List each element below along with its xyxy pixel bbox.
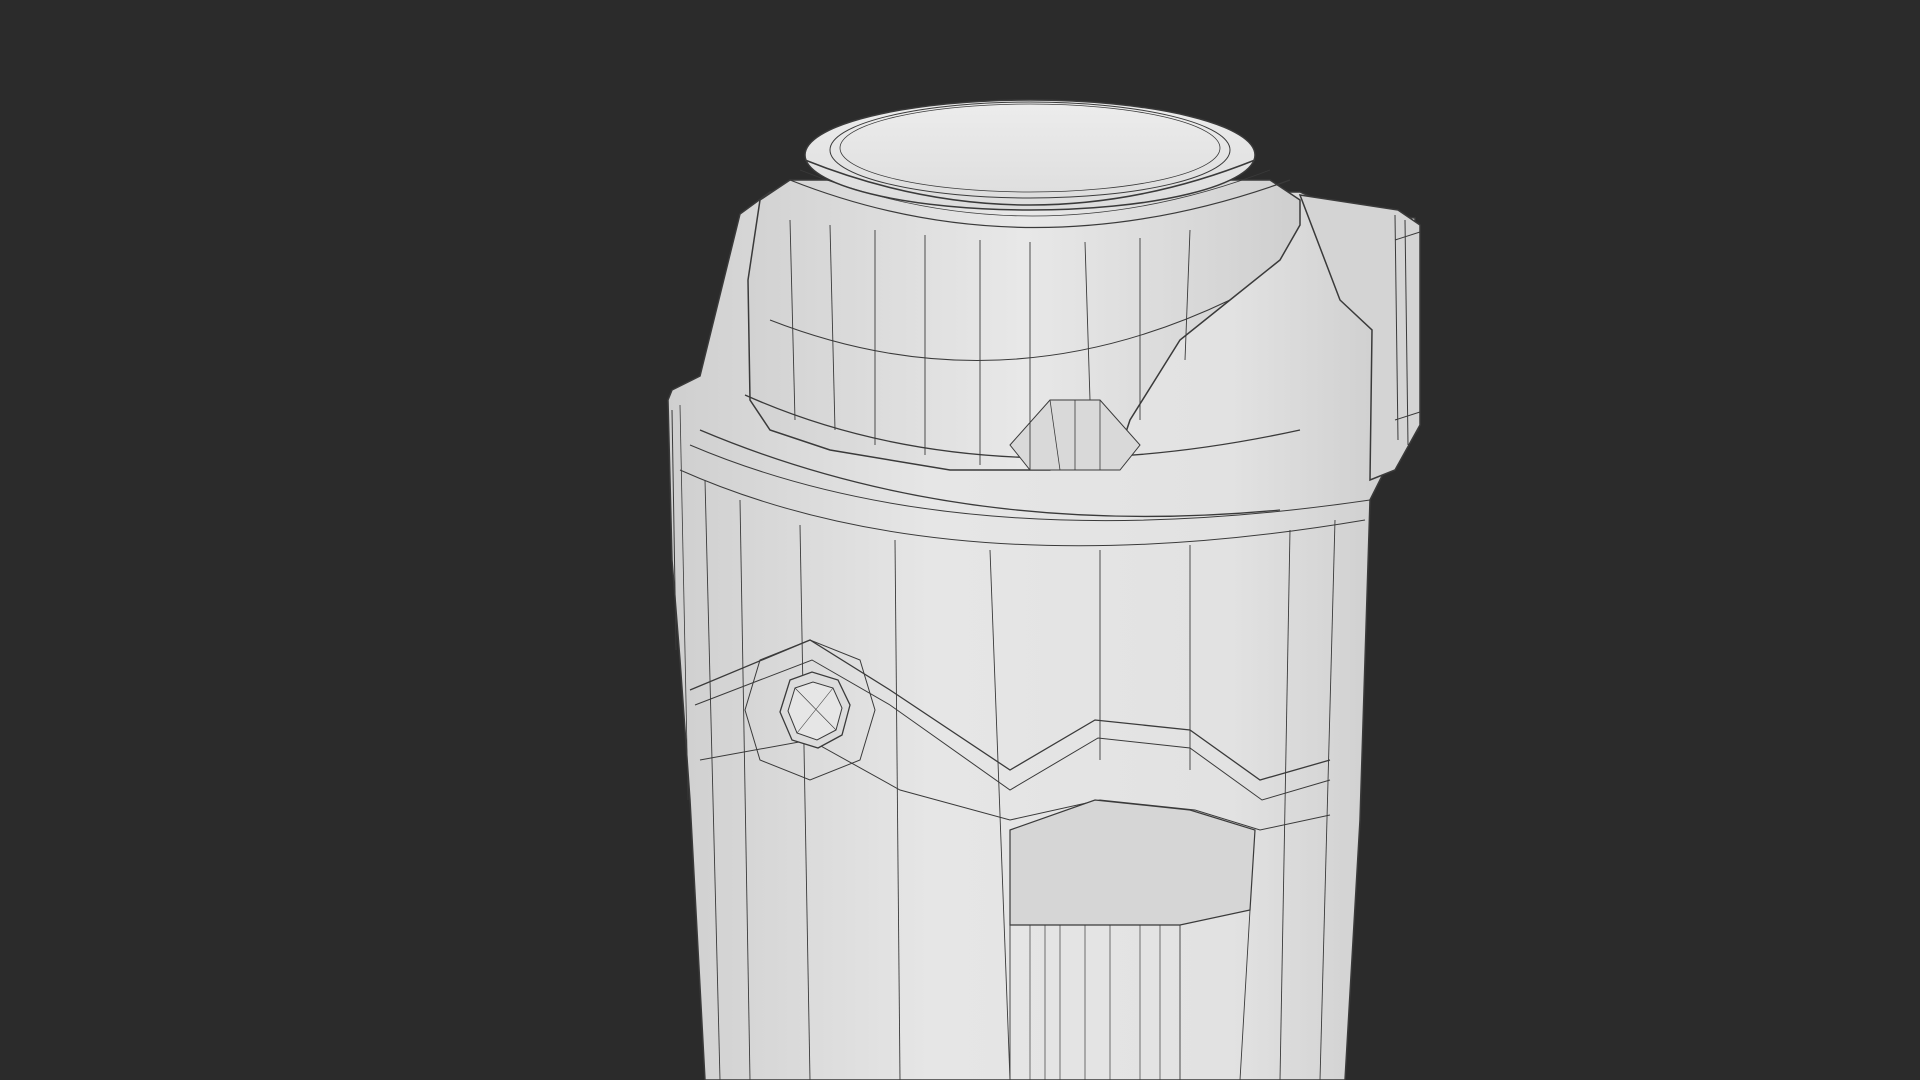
top-disc: [804, 99, 1256, 211]
3d-viewport[interactable]: [0, 0, 1920, 1080]
front-panel: [1009, 799, 1256, 926]
wireframe-canister-model: [667, 99, 1421, 1080]
